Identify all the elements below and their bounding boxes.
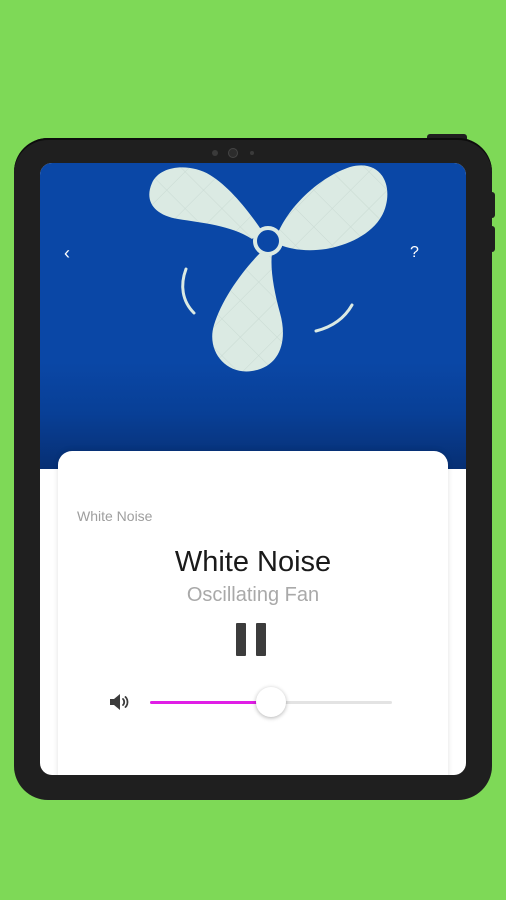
volume-slider[interactable] (150, 687, 392, 717)
player-card: White Noise White Noise Oscillating Fan (58, 451, 448, 775)
camera-row (14, 148, 492, 158)
fan-icon (149, 165, 388, 372)
app-screen: ‹ ? White Noise White Noise Oscillating … (40, 163, 466, 775)
sound-subtitle: Oscillating Fan (186, 584, 320, 606)
pause-icon (236, 623, 246, 656)
pause-button[interactable] (234, 621, 270, 657)
speaker-icon[interactable] (107, 690, 131, 714)
hero-header: ‹ ? (40, 163, 466, 469)
tablet-frame: ‹ ? White Noise White Noise Oscillating … (14, 138, 492, 800)
sensor-dot (212, 150, 218, 156)
store-screenshot: ‹ ? White Noise White Noise Oscillating … (0, 0, 506, 900)
pause-icon (256, 623, 266, 656)
help-button[interactable]: ? (410, 243, 419, 263)
volume-slider-fill (150, 701, 271, 704)
camera-lens (228, 148, 238, 158)
back-button[interactable]: ‹ (64, 243, 70, 263)
volume-slider-thumb[interactable] (256, 687, 286, 717)
sensor-dot (250, 151, 254, 155)
category-caption: White Noise (77, 508, 153, 524)
sound-title: White Noise (174, 546, 332, 578)
